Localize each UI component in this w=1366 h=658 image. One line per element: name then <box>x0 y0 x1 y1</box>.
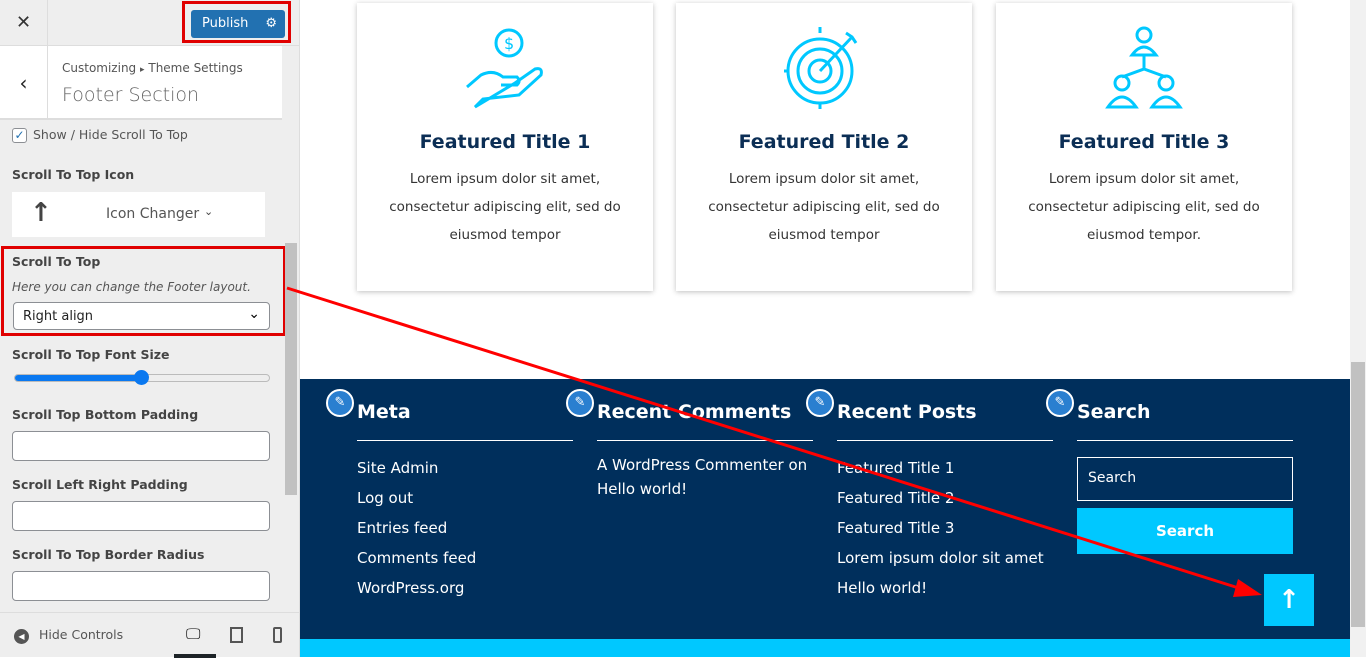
card-title: Featured Title 3 <box>1058 131 1230 153</box>
footer-widget-search: ✎ Search Search Search <box>1046 389 1293 554</box>
gear-icon[interactable]: ⚙ <box>265 10 277 38</box>
collapse-icon: ◀ <box>14 629 29 644</box>
slider-fill <box>15 375 142 381</box>
scroll-to-top-button[interactable]: ↑ <box>1264 574 1314 626</box>
hide-controls-button[interactable]: ◀ Hide Controls <box>14 627 123 644</box>
checkbox[interactable]: ✓ <box>12 128 27 143</box>
scroll-to-top-label: Scroll To Top <box>12 254 101 269</box>
breadcrumb-root: Customizing <box>62 61 137 75</box>
widget-title: Recent Comments <box>597 401 813 441</box>
border-radius-label: Scroll To Top Border Radius <box>12 547 205 562</box>
close-button[interactable]: ✕ <box>0 0 48 46</box>
tablet-preview-icon[interactable] <box>230 627 243 643</box>
meta-links: Site Admin Log out Entries feed Comments fe… <box>357 453 573 603</box>
footer-link[interactable]: A WordPress Commenter on Hello world! <box>597 453 813 501</box>
widget-title: Recent Posts <box>837 401 1053 441</box>
site-preview: $ Featured Title 1 Lorem ipsum dolor sit… <box>300 0 1350 657</box>
lr-padding-input[interactable] <box>12 501 270 531</box>
font-size-label: Scroll To Top Font Size <box>12 347 170 362</box>
footer-link[interactable]: Log out <box>357 483 573 513</box>
slider-handle[interactable] <box>134 370 149 385</box>
footer-link[interactable]: Hello world! <box>837 573 1053 603</box>
publish-label: Publish <box>202 16 249 31</box>
footer-link[interactable]: Lorem ipsum dolor sit amet <box>837 543 1053 573</box>
feature-card-1: $ Featured Title 1 Lorem ipsum dolor sit… <box>357 3 653 291</box>
copyright-bar <box>300 639 1350 657</box>
desktop-preview-icon[interactable]: 🖵 <box>186 625 200 643</box>
card-text: Lorem ipsum dolor sit amet, consectetur … <box>708 171 940 243</box>
comment-links: A WordPress Commenter on Hello world! <box>597 453 813 501</box>
card-title: Featured Title 1 <box>419 131 591 153</box>
border-radius-input[interactable] <box>12 571 270 601</box>
show-hide-row[interactable]: ✓ Show / Hide Scroll To Top <box>12 127 188 143</box>
arrow-up-icon: ↑ <box>30 198 52 228</box>
pencil-icon[interactable]: ✎ <box>806 389 834 417</box>
footer-link[interactable]: Featured Title 1 <box>837 453 1053 483</box>
publish-highlight: Publish ⚙ <box>182 1 291 43</box>
sidebar-scrollbar[interactable] <box>285 243 297 495</box>
search-input[interactable]: Search <box>1077 457 1293 501</box>
card-text: Lorem ipsum dolor sit amet, consectetur … <box>389 171 621 243</box>
money-hand-icon: $ <box>466 28 543 109</box>
footer-link[interactable]: Entries feed <box>357 513 573 543</box>
card-text: Lorem ipsum dolor sit amet, consectetur … <box>1028 171 1260 243</box>
footer-link[interactable]: Site Admin <box>357 453 573 483</box>
publish-button[interactable]: Publish ⚙ <box>191 10 285 38</box>
breadcrumb-separator: ▸ <box>140 65 145 75</box>
card-title: Featured Title 2 <box>738 131 910 153</box>
hide-controls-label: Hide Controls <box>39 627 124 642</box>
footer-link[interactable]: Featured Title 2 <box>837 483 1053 513</box>
target-icon <box>784 27 858 109</box>
section-header: ‹ Customizing ▸ Theme Settings Footer Se… <box>0 46 282 120</box>
bottom-padding-input[interactable] <box>12 431 270 461</box>
preview-scrollbar[interactable] <box>1350 0 1366 657</box>
show-hide-label: Show / Hide Scroll To Top <box>33 127 188 142</box>
page-title: Footer Section <box>62 84 200 106</box>
pencil-icon[interactable]: ✎ <box>566 389 594 417</box>
feature-card-2: Featured Title 2 Lorem ipsum dolor sit a… <box>676 3 972 291</box>
font-size-slider[interactable] <box>14 370 270 385</box>
footer-widget-posts: ✎ Recent Posts Featured Title 1 Featured … <box>806 389 1053 603</box>
sidebar-footer: ◀ Hide Controls 🖵 <box>0 612 299 658</box>
active-device-indicator <box>174 654 216 658</box>
pencil-icon[interactable]: ✎ <box>326 389 354 417</box>
breadcrumb-parent: Theme Settings <box>148 61 243 75</box>
post-links: Featured Title 1 Featured Title 2 Featured… <box>837 453 1053 603</box>
icon-changer-label: Icon Changer <box>106 206 200 222</box>
feature-card-3: Featured Title 3 Lorem ipsum dolor sit a… <box>996 3 1292 291</box>
alignment-select[interactable]: Right align ⌄ <box>13 302 270 330</box>
bottom-padding-label: Scroll Top Bottom Padding <box>12 407 199 422</box>
scrollbar-thumb[interactable] <box>1351 362 1365 627</box>
icon-label: Scroll To Top Icon <box>12 167 135 182</box>
icon-changer[interactable]: ↑ Icon Changer ⌄ <box>12 192 265 237</box>
widget-title: Search <box>1077 401 1293 441</box>
footer-widget-meta: ✎ Meta Site Admin Log out Entries feed Comm… <box>326 389 573 603</box>
footer-link[interactable]: Featured Title 3 <box>837 513 1053 543</box>
footer-link[interactable]: WordPress.org <box>357 573 573 603</box>
customizer-sidebar: ✕ Publish ⚙ ‹ Customizing ▸ Theme Setting… <box>0 0 300 658</box>
chevron-down-icon: ⌄ <box>204 205 214 218</box>
back-button[interactable]: ‹ <box>0 46 48 120</box>
svg-text:$: $ <box>504 34 514 53</box>
chevron-down-icon: ⌄ <box>248 306 260 322</box>
site-footer: ✎ Meta Site Admin Log out Entries feed Comm… <box>300 379 1350 639</box>
mobile-preview-icon[interactable] <box>273 627 282 643</box>
widget-title: Meta <box>357 401 573 441</box>
lr-padding-label: Scroll Left Right Padding <box>12 477 188 492</box>
scroll-to-top-description: Here you can change the Footer layout. <box>12 280 251 294</box>
pencil-icon[interactable]: ✎ <box>1046 389 1074 417</box>
team-icon <box>1105 26 1183 109</box>
alignment-value: Right align <box>23 309 94 324</box>
breadcrumb: Customizing ▸ Theme Settings <box>62 61 243 75</box>
footer-link[interactable]: Comments feed <box>357 543 573 573</box>
customizer-topbar: ✕ Publish ⚙ <box>0 0 299 46</box>
footer-widget-comments: ✎ Recent Comments A WordPress Commenter … <box>566 389 813 501</box>
search-button[interactable]: Search <box>1077 508 1293 554</box>
